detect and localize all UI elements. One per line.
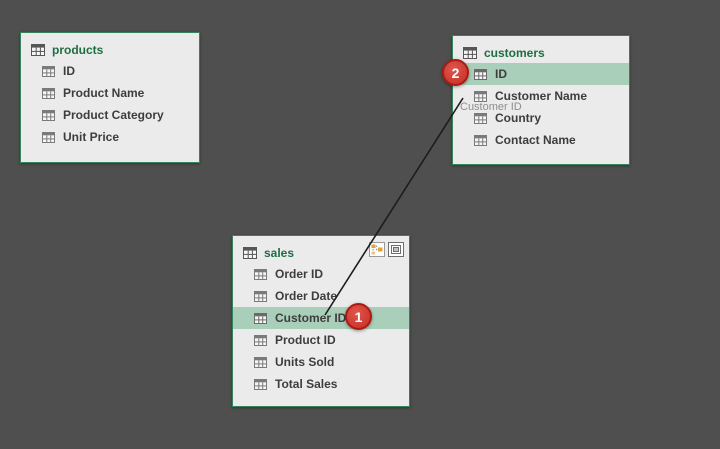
field-row[interactable]: Order ID	[233, 263, 409, 285]
field-row[interactable]: ID	[21, 60, 199, 82]
field-label: Total Sales	[275, 377, 338, 391]
field-row[interactable]: Units Sold	[233, 351, 409, 373]
field-label: Product Name	[63, 86, 145, 100]
collapse-table-icon[interactable]	[388, 242, 404, 257]
field-row-highlighted[interactable]: Customer ID	[233, 307, 409, 329]
table-title: products	[52, 42, 104, 57]
table-card-sales[interactable]: sales Order ID Order Date Customer ID Pr…	[232, 235, 410, 407]
table-grid-icon	[254, 334, 267, 346]
field-row[interactable]: Contact Name	[453, 129, 629, 151]
table-icon	[243, 246, 257, 259]
table-grid-icon	[254, 312, 267, 324]
field-row[interactable]: Product Name	[21, 82, 199, 104]
table-grid-icon	[254, 378, 267, 390]
field-label: Country	[495, 111, 541, 125]
related-queries-icon[interactable]	[369, 242, 385, 257]
table-grid-icon	[474, 134, 487, 146]
field-row[interactable]: Order Date	[233, 285, 409, 307]
table-grid-icon	[42, 109, 55, 121]
table-title: sales	[264, 245, 295, 260]
field-row[interactable]: Unit Price	[21, 126, 199, 148]
table-grid-icon	[254, 268, 267, 280]
table-card-products[interactable]: products ID Product Name Product Categor…	[20, 32, 200, 163]
table-grid-icon	[474, 90, 487, 102]
field-row[interactable]: Product Category	[21, 104, 199, 126]
step-number: 1	[354, 308, 363, 325]
field-row[interactable]: Total Sales	[233, 373, 409, 395]
drag-ghost-label: Customer ID	[460, 101, 522, 113]
table-header[interactable]: products	[21, 33, 199, 60]
step-badge-2: 2	[442, 59, 469, 86]
field-label: ID	[63, 64, 75, 78]
field-label: Order Date	[275, 289, 338, 303]
table-grid-icon	[42, 65, 55, 77]
table-title: customers	[484, 45, 545, 60]
table-header-actions	[369, 242, 404, 257]
table-icon	[463, 46, 477, 59]
field-label: ID	[495, 67, 507, 81]
table-grid-icon	[254, 290, 267, 302]
table-grid-icon	[42, 87, 55, 99]
field-label: Product ID	[275, 333, 336, 347]
field-row-highlighted[interactable]: ID	[453, 63, 629, 85]
field-label: Customer ID	[275, 311, 347, 325]
diagram-canvas: products ID Product Name Product Categor…	[0, 0, 720, 449]
field-row[interactable]: Product ID	[233, 329, 409, 351]
field-label: Unit Price	[63, 130, 120, 144]
table-grid-icon	[474, 112, 487, 124]
table-card-customers[interactable]: customers ID Customer Name Country Conta…	[452, 35, 630, 165]
field-label: Contact Name	[495, 133, 576, 147]
table-icon	[31, 43, 45, 56]
table-header[interactable]: customers	[453, 36, 629, 63]
table-header[interactable]: sales	[233, 236, 409, 263]
field-label: Order ID	[275, 267, 324, 281]
field-label: Units Sold	[275, 355, 335, 369]
table-grid-icon	[474, 68, 487, 80]
field-label: Product Category	[63, 108, 164, 122]
table-grid-icon	[42, 131, 55, 143]
step-badge-1: 1	[345, 303, 372, 330]
step-number: 2	[451, 64, 460, 81]
table-grid-icon	[254, 356, 267, 368]
